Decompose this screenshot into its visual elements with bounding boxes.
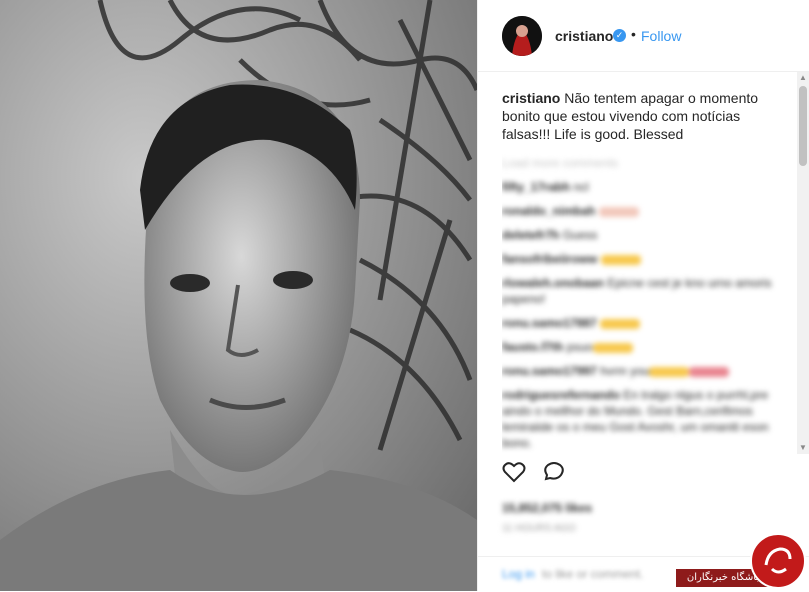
username[interactable]: cristiano — [555, 28, 613, 44]
comment-row: fifty_17rabh ncl — [502, 179, 778, 195]
comments-list[interactable]: cristiano Não tentem apagar o momento bo… — [502, 89, 778, 454]
post-actions — [502, 461, 578, 487]
comment-outline-icon[interactable] — [542, 461, 566, 488]
comments-scrollbar[interactable]: ▲ ▼ — [797, 72, 809, 454]
comment-row: ronaldo_nimbah — [502, 203, 778, 219]
login-hint: to like or comment. — [542, 567, 644, 581]
avatar-image — [502, 16, 542, 56]
comment-row: ronu.samo17997 hvrm you — [502, 363, 778, 379]
emoji-icon — [649, 366, 690, 377]
comment-text: hvrm you — [600, 364, 650, 378]
post-sidebar: cristiano ✓ • Follow cristiano Não tente… — [477, 0, 809, 591]
comment-row: fausto.f7th psuo — [502, 339, 778, 355]
comment-text[interactable]: Load more comments — [502, 156, 618, 170]
heart-outline-icon[interactable] — [502, 461, 526, 488]
follow-button[interactable]: Follow — [641, 28, 681, 44]
comment-row: ronu.samo17887 — [502, 315, 778, 331]
comment-username[interactable]: fansofribeiiroww — [502, 252, 597, 266]
comment-row: fansofribeiiroww — [502, 251, 778, 267]
comment-username[interactable]: fifty_17rabh — [502, 180, 570, 194]
emoji-icon — [592, 342, 633, 353]
comment-username[interactable]: ronu.samo17997 — [502, 364, 597, 378]
comment-username[interactable]: rodriguesrefernando — [502, 388, 620, 402]
post-time: 11 HOURS AGO — [502, 523, 576, 534]
post-header: cristiano ✓ • Follow — [478, 0, 809, 72]
watermark-logo: باشگاه خبرنگاران — [666, 531, 806, 591]
emoji-icon — [598, 206, 639, 217]
comment-username[interactable]: deletefr7h — [502, 228, 559, 242]
comment-row: rlowaleh.onobaan Epicne cest je kno urno… — [502, 275, 778, 307]
scroll-up-icon[interactable]: ▲ — [797, 72, 809, 84]
emoji-icon — [689, 366, 730, 377]
comment-row: Load more comments — [502, 155, 778, 171]
emoji-icon — [600, 318, 641, 329]
verified-badge-icon: ✓ — [613, 29, 626, 42]
comment-row: rodriguesrefernando En tralgo nlgus o pu… — [502, 387, 778, 451]
separator-dot: • — [631, 26, 636, 42]
portrait-image — [0, 0, 477, 591]
caption: cristiano Não tentem apagar o momento bo… — [502, 89, 778, 143]
comment-text: ncl — [573, 180, 589, 194]
blurred-comments: Load more comments fifty_17rabh ncl ronald… — [502, 155, 778, 451]
avatar[interactable] — [502, 16, 542, 56]
comment-username[interactable]: fausto.f7th — [502, 340, 563, 354]
comment-row: deletefr7h Guess — [502, 227, 778, 243]
comment-username[interactable]: ronaldo_nimbah — [502, 204, 595, 218]
likes-count[interactable]: 15,852,075 likes — [502, 501, 592, 515]
login-link[interactable]: Log in — [502, 567, 535, 581]
scroll-thumb[interactable] — [799, 86, 807, 166]
scroll-down-icon[interactable]: ▼ — [797, 442, 809, 454]
post-photo[interactable] — [0, 0, 477, 591]
comment-username[interactable]: ronu.samo17887 — [502, 316, 597, 330]
caption-username[interactable]: cristiano — [502, 90, 560, 106]
watermark-circle-icon — [750, 533, 806, 589]
comment-username[interactable]: rlowaleh.onobaan — [502, 276, 604, 290]
comment-text: Guess — [562, 228, 598, 242]
comment-text: psuo — [566, 340, 593, 354]
emoji-icon — [600, 254, 641, 265]
